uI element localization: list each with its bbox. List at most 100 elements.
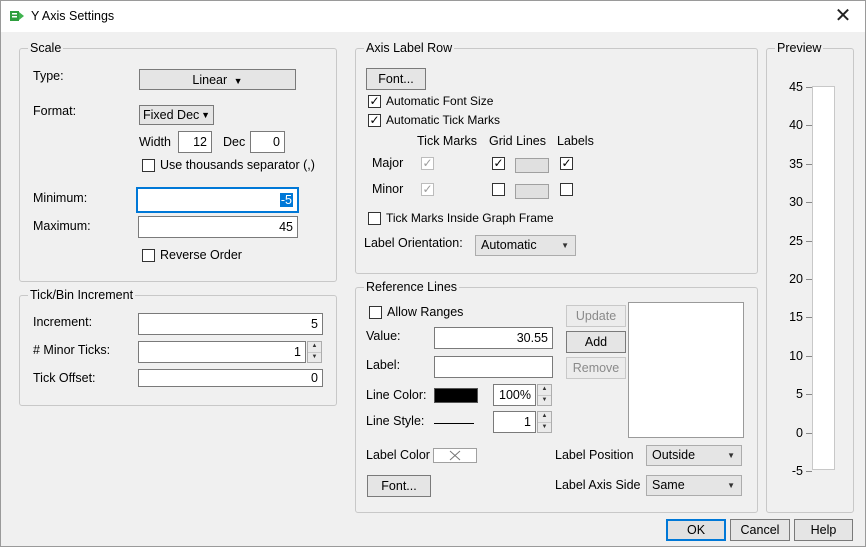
stepper-up-icon[interactable]: ▲ [308,342,321,352]
tick-offset-label: Tick Offset: [33,371,96,385]
stepper-down-icon[interactable]: ▼ [538,395,551,405]
preview-tick-label: 35 [789,156,803,171]
help-button[interactable]: Help [794,519,853,541]
preview-group-label: Preview [775,41,824,55]
width-input[interactable]: 12 [178,131,212,153]
chevron-down-icon: ▼ [561,241,569,250]
preview-tick-label: 45 [789,80,803,94]
remove-button[interactable]: Remove [566,357,626,379]
minor-ticks-stepper[interactable]: ▲ ▼ [307,341,322,363]
major-labels-checkbox[interactable]: ✓ [560,157,573,170]
cancel-button[interactable]: Cancel [730,519,790,541]
add-button[interactable]: Add [566,331,626,353]
format-dropdown[interactable]: Fixed Dec ▼ [139,105,214,125]
auto-tick-marks-label: Automatic Tick Marks [386,113,501,127]
label-axis-side-select[interactable]: Same ▼ [646,475,742,496]
line-style-label: Line Style: [366,414,425,428]
reverse-order-checkbox[interactable] [142,249,155,262]
label-position-label: Label Position [555,448,634,462]
tick-marks-column-header: Tick Marks [417,134,477,148]
tick-bin-group-label: Tick/Bin Increment [28,288,136,302]
reference-lines-group-label: Reference Lines [364,280,460,294]
line-width-input[interactable]: 1 [493,411,536,433]
minimum-input[interactable]: -5 [137,188,298,212]
stepper-up-icon[interactable]: ▲ [538,412,551,422]
no-color-icon [449,450,461,461]
preview-tick-label: 5 [796,387,803,402]
stepper-down-icon[interactable]: ▼ [538,422,551,432]
auto-font-size-checkbox[interactable]: ✓ [368,95,381,108]
chevron-down-icon: ▼ [233,76,243,86]
preview-tick-label: 10 [789,348,803,363]
increment-input[interactable]: 5 [138,313,323,335]
line-color-swatch[interactable] [434,388,478,403]
minor-grid-lines-checkbox[interactable] [492,183,505,196]
preview-tick-label: 20 [789,272,803,286]
inside-frame-checkbox[interactable] [368,212,381,225]
stepper-up-icon[interactable]: ▲ [538,385,551,395]
label-position-select[interactable]: Outside ▼ [646,445,742,466]
ok-button[interactable]: OK [666,519,726,541]
stepper-down-icon[interactable]: ▼ [308,352,321,362]
label-axis-side-label: Label Axis Side [555,478,641,492]
chevron-down-icon: ▼ [727,451,735,460]
label-input[interactable] [434,356,553,378]
minor-labels-checkbox[interactable] [560,183,573,196]
preview-tick-mark [806,87,812,88]
app-icon [10,11,24,21]
thousands-separator-checkbox[interactable] [142,159,155,172]
type-dropdown-value: Linear [192,73,228,87]
label-color-label: Label Color [366,448,430,462]
thousands-separator-label: Use thousands separator (,) [160,158,315,172]
minor-grid-color-swatch[interactable] [515,184,549,199]
label-color-swatch[interactable] [433,448,477,463]
axis-font-button[interactable]: Font... [366,68,426,90]
minor-ticks-label: # Minor Ticks: [33,343,111,357]
label-orientation-label: Label Orientation: [364,236,463,250]
major-grid-color-swatch[interactable] [515,158,549,173]
preview-tick-mark [806,279,812,280]
label-orientation-select[interactable]: Automatic ▼ [475,235,576,256]
reference-lines-listbox[interactable] [628,302,744,438]
dec-label: Dec [223,135,246,149]
major-grid-lines-checkbox[interactable]: ✓ [492,157,505,170]
minor-row-label: Minor [372,182,404,196]
line-width-stepper[interactable]: ▲ ▼ [537,411,552,433]
line-style-selector[interactable] [434,423,474,424]
minor-ticks-input[interactable]: 1 [138,341,306,363]
label-orientation-value: Automatic [481,238,537,252]
grid-lines-column-header: Grid Lines [489,134,546,148]
inside-frame-label: Tick Marks Inside Graph Frame [386,211,554,225]
maximum-input[interactable]: 45 [138,216,298,238]
title-bar: Y Axis Settings ✕ [1,1,865,32]
preview-tick-mark [806,163,812,165]
dec-input[interactable]: 0 [250,131,285,153]
labels-column-header: Labels [557,134,594,148]
preview-tick-mark [806,355,812,357]
chevron-down-icon: ▼ [201,110,210,120]
reference-font-button[interactable]: Font... [367,475,431,497]
major-tick-marks-checkbox[interactable]: ✓ [421,157,434,170]
type-dropdown[interactable]: Linear ▼ [139,69,296,90]
close-icon[interactable]: ✕ [831,4,855,28]
format-dropdown-value: Fixed Dec [143,108,200,122]
opacity-input[interactable]: 100% [493,384,536,406]
axis-label-row-group-label: Axis Label Row [364,41,455,55]
update-button[interactable]: Update [566,305,626,327]
preview-tick-label: 30 [789,195,803,210]
preview-tick-label: -5 [791,464,803,478]
value-input[interactable]: 30.55 [434,327,553,349]
preview-tick-mark [806,202,812,204]
label-position-value: Outside [652,448,696,462]
allow-ranges-checkbox[interactable] [369,306,382,319]
line-color-fill [435,389,477,402]
preview-tick-label: 25 [789,233,803,248]
preview-tick-mark [806,471,812,472]
auto-font-size-label: Automatic Font Size [386,94,494,108]
preview-tick-mark [806,317,812,319]
auto-tick-marks-checkbox[interactable]: ✓ [368,114,381,127]
minor-tick-marks-checkbox[interactable]: ✓ [421,183,434,196]
opacity-stepper[interactable]: ▲ ▼ [537,384,552,406]
dialog-window: Y Axis Settings ✕ Scale Type: Linear ▼ F… [0,0,866,547]
tick-offset-input[interactable]: 0 [138,369,323,387]
